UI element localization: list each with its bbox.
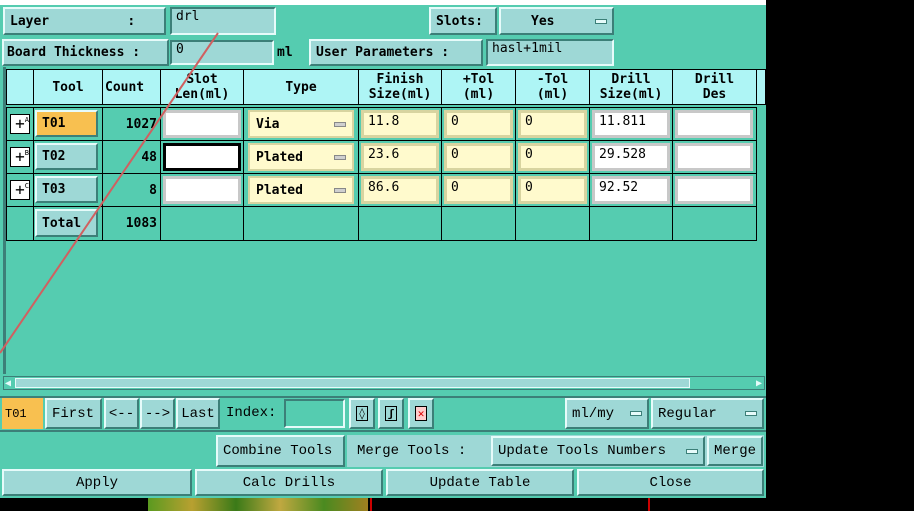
update-table-button[interactable]: Update Table: [386, 469, 574, 496]
merge-label-text: Merge: [713, 443, 756, 459]
calc-label: Calc Drills: [242, 474, 336, 491]
first-label: First: [52, 405, 95, 422]
merge-label: Merge Tools :: [357, 443, 467, 459]
dropdown-icon: [686, 448, 698, 454]
update-label: Update Table: [429, 474, 531, 491]
current-tool: T01: [5, 406, 27, 421]
red-line: [0, 32, 219, 354]
close-button[interactable]: Close: [577, 469, 764, 496]
bulb-button[interactable]: ◊: [349, 398, 375, 429]
last-label: Last: [181, 405, 215, 422]
prev-label: <--: [108, 405, 135, 422]
chart-icon: ʃ: [384, 406, 398, 421]
combine-label: Combine Tools: [223, 443, 333, 459]
close-label: Close: [649, 474, 692, 491]
measurement-line: [0, 32, 219, 354]
pcb-background-dark: [370, 498, 650, 511]
first-button[interactable]: First: [45, 398, 102, 429]
merge-option-value: Update Tools Numbers: [498, 443, 667, 459]
lightbulb-icon: ◊: [355, 406, 369, 421]
mode-value: Regular: [658, 405, 717, 422]
next-button[interactable]: -->: [140, 398, 175, 429]
current-tool-indicator: T01: [2, 398, 43, 429]
prev-button[interactable]: <--: [104, 398, 139, 429]
combine-tools-button[interactable]: Combine Tools: [216, 435, 345, 467]
pcb-background: [148, 498, 368, 511]
index-input[interactable]: [284, 399, 345, 428]
graph-button[interactable]: ʃ: [378, 398, 404, 429]
merge-option-dropdown[interactable]: Update Tools Numbers: [491, 436, 705, 466]
apply-button[interactable]: Apply: [2, 469, 192, 496]
units-value: ml/my: [572, 405, 615, 422]
delete-button[interactable]: ✕: [408, 398, 434, 429]
mode-dropdown[interactable]: Regular: [651, 398, 764, 429]
merge-button[interactable]: Merge: [707, 436, 763, 466]
units-dropdown[interactable]: ml/my: [565, 398, 649, 429]
dropdown-icon: [630, 411, 642, 416]
last-button[interactable]: Last: [176, 398, 220, 429]
next-label: -->: [144, 405, 171, 422]
dropdown-icon: [745, 411, 757, 416]
index-label: Index:: [226, 405, 277, 421]
delete-icon: ✕: [414, 406, 428, 421]
apply-label: Apply: [75, 474, 118, 491]
calc-drills-button[interactable]: Calc Drills: [195, 469, 383, 496]
